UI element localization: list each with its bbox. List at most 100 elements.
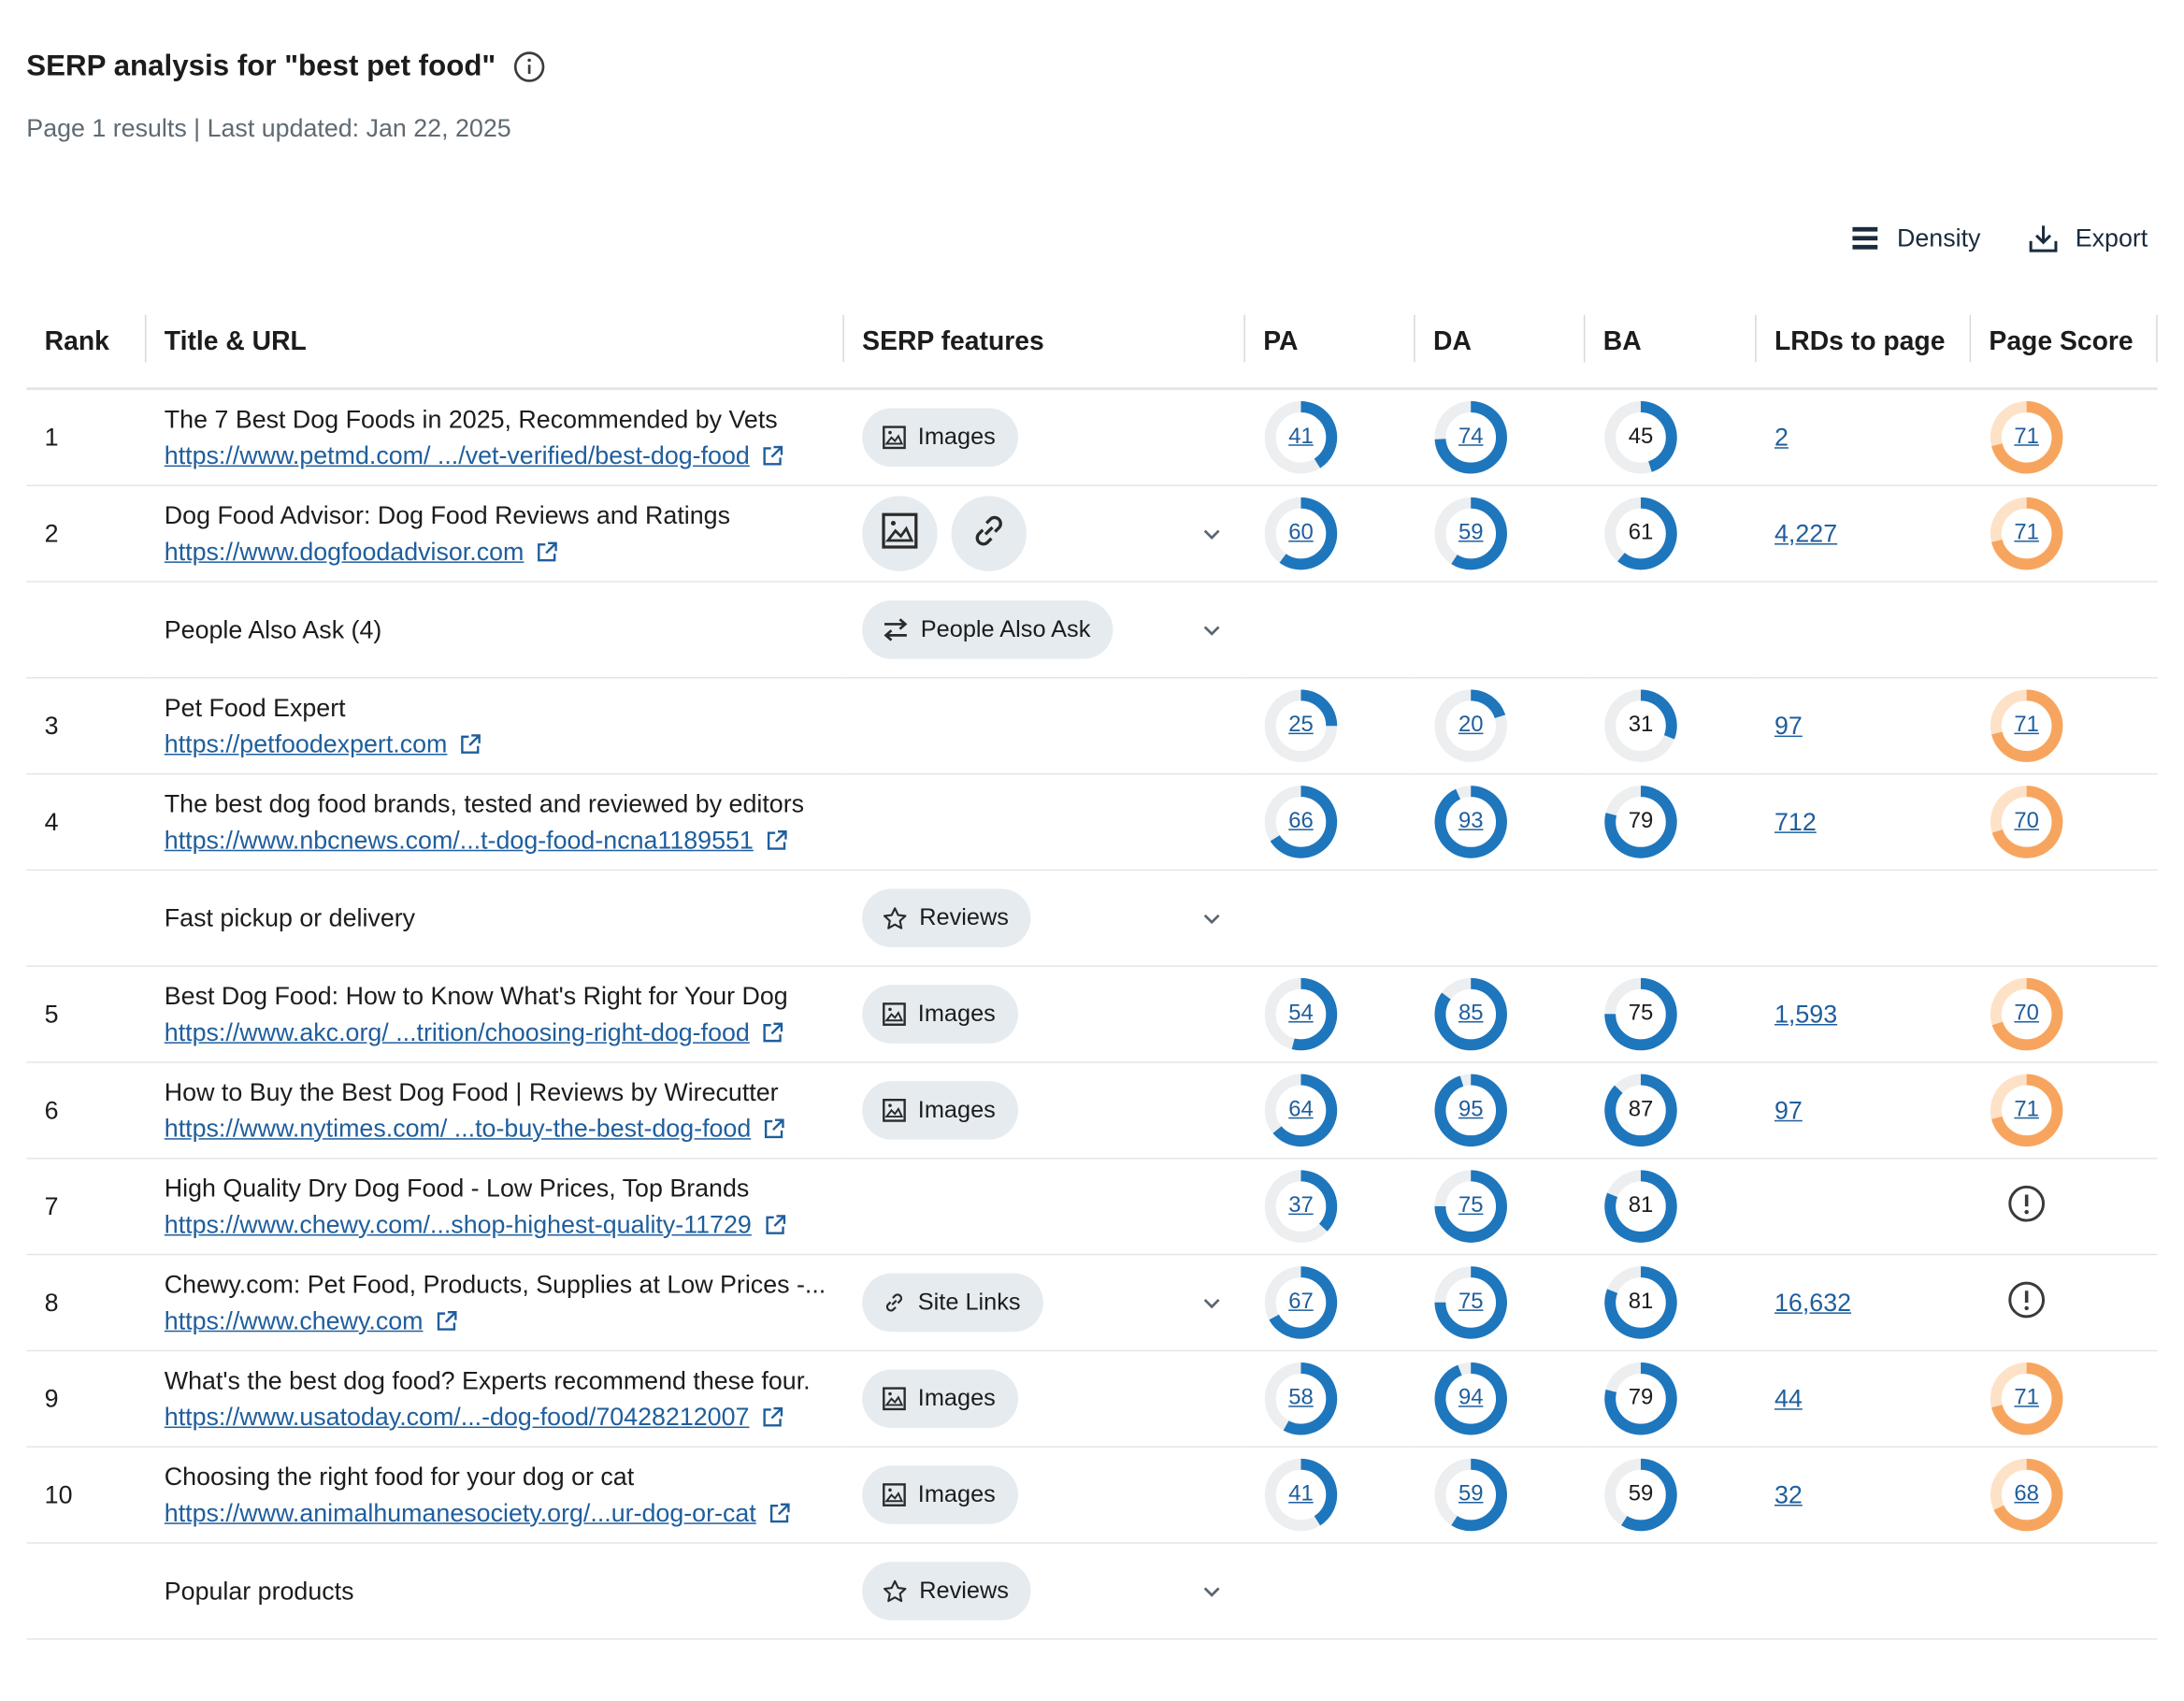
ba-cell: 31 [1585, 677, 1757, 775]
feature-row-label: Fast pickup or delivery [146, 870, 844, 967]
result-title: Choosing the right food for your dog or … [164, 1463, 635, 1492]
column-header-title-url[interactable]: Title & URL [146, 298, 844, 389]
page-score-gauge-value[interactable]: 71 [1989, 1073, 2063, 1147]
column-header-rank[interactable]: Rank [26, 298, 147, 389]
serp-feature-chip[interactable]: Images [862, 1465, 1018, 1524]
external-link-icon[interactable] [434, 1309, 457, 1333]
pa-gauge-value[interactable]: 67 [1263, 1265, 1338, 1340]
da-gauge-value[interactable]: 94 [1433, 1362, 1508, 1436]
da-gauge-value[interactable]: 95 [1433, 1073, 1508, 1147]
serp-feature-label: Images [917, 1480, 996, 1507]
lrds-link[interactable]: 1,593 [1774, 1000, 1837, 1028]
result-url-link[interactable]: https://www.petmd.com/ .../vet-verified/… [165, 438, 750, 474]
external-link-icon[interactable] [765, 829, 788, 852]
da-gauge-value[interactable]: 74 [1433, 400, 1508, 475]
pa-gauge-value[interactable]: 41 [1263, 1457, 1338, 1532]
serp-features-cell: Reviews [843, 870, 1245, 967]
lrds-link[interactable]: 97 [1774, 712, 1803, 740]
result-url-link[interactable]: https://www.nytimes.com/ ...to-buy-the-b… [165, 1110, 751, 1146]
chevron-down-icon[interactable] [1200, 618, 1223, 641]
serp-feature-chip[interactable]: Images [862, 1369, 1018, 1429]
pa-gauge-value[interactable]: 25 [1263, 688, 1338, 763]
da-gauge-value[interactable]: 75 [1433, 1169, 1508, 1244]
external-link-icon[interactable] [763, 1213, 786, 1236]
result-url-link[interactable]: https://www.animalhumanesociety.org/...u… [165, 1495, 756, 1532]
pa-gauge-value[interactable]: 64 [1263, 1073, 1338, 1147]
page-score-gauge-value[interactable]: 71 [1989, 1362, 2063, 1436]
column-header-serp-features[interactable]: SERP features [844, 298, 1245, 389]
image-icon [882, 425, 907, 450]
da-gauge-value[interactable]: 20 [1433, 688, 1508, 763]
lrds-link[interactable]: 4,227 [1774, 519, 1837, 547]
da-gauge-value[interactable]: 59 [1433, 1457, 1508, 1532]
lrds-link[interactable]: 712 [1774, 807, 1817, 835]
serp-feature-link-button[interactable] [951, 496, 1027, 571]
external-link-icon[interactable] [761, 1020, 784, 1044]
result-url-link[interactable]: https://www.chewy.com/...shop-highest-qu… [165, 1206, 752, 1243]
page-score-gauge-value[interactable]: 68 [1989, 1457, 2063, 1532]
result-url-link[interactable]: https://www.usatoday.com/...-dog-food/70… [165, 1399, 750, 1435]
da-gauge-value[interactable]: 93 [1433, 785, 1508, 859]
result-url-link[interactable]: https://www.akc.org/ ...trition/choosing… [165, 1015, 750, 1051]
lrds-link[interactable]: 44 [1774, 1384, 1803, 1412]
lrds-link[interactable]: 2 [1774, 423, 1789, 451]
page-score-gauge-value[interactable]: 71 [1989, 688, 2063, 763]
page-score-gauge-value[interactable]: 70 [1989, 976, 2063, 1051]
lrds-cell: 712 [1756, 773, 1972, 872]
external-link-icon[interactable] [762, 1117, 785, 1140]
column-header-lrds[interactable]: LRDs to page [1757, 298, 1972, 389]
external-link-icon[interactable] [535, 540, 558, 563]
pa-gauge-value[interactable]: 66 [1263, 785, 1338, 859]
warning-icon[interactable] [2007, 1279, 2047, 1319]
pa-gauge-value[interactable]: 54 [1263, 976, 1338, 1051]
column-header-pa[interactable]: PA [1245, 298, 1415, 389]
external-link-icon[interactable] [761, 444, 784, 468]
serp-feature-chip[interactable]: Images [862, 985, 1018, 1044]
serp-feature-chip[interactable]: Reviews [862, 888, 1031, 948]
da-gauge-value[interactable]: 85 [1433, 976, 1508, 1051]
pa-gauge-value[interactable]: 58 [1263, 1362, 1338, 1436]
column-header-da[interactable]: DA [1415, 298, 1586, 389]
chevron-down-icon[interactable] [1200, 1291, 1223, 1314]
serp-feature-chip[interactable]: Reviews [862, 1562, 1031, 1621]
result-url-link[interactable]: https://www.dogfoodadvisor.com [165, 534, 524, 570]
chevron-down-icon[interactable] [1200, 907, 1223, 930]
warning-icon[interactable] [2007, 1184, 2047, 1223]
pa-gauge-value[interactable]: 37 [1263, 1169, 1338, 1244]
ba-gauge-value: 31 [1628, 713, 1654, 738]
density-button[interactable]: Density [1849, 223, 1980, 252]
info-icon[interactable] [512, 50, 546, 84]
chevron-down-icon[interactable] [1200, 523, 1223, 545]
result-url-link[interactable]: https://www.chewy.com [165, 1303, 424, 1339]
column-header-ba[interactable]: BA [1585, 298, 1757, 389]
lrds-cell: 32 [1756, 1447, 1972, 1544]
page-score-gauge-value[interactable]: 71 [1989, 400, 2063, 475]
ba-gauge-value: 75 [1628, 1002, 1654, 1026]
lrds-link[interactable]: 97 [1774, 1096, 1803, 1124]
result-url-link[interactable]: https://petfoodexpert.com [165, 726, 448, 762]
lrds-link[interactable]: 16,632 [1774, 1288, 1851, 1316]
export-button[interactable]: Export [2028, 223, 2148, 253]
serp-feature-chip[interactable]: Images [862, 1081, 1018, 1140]
result-url-link[interactable]: https://www.nbcnews.com/...t-dog-food-nc… [165, 822, 754, 858]
column-header-page-score[interactable]: Page Score [1971, 298, 2158, 389]
external-link-icon[interactable] [760, 1405, 783, 1428]
external-link-icon[interactable] [458, 732, 481, 756]
page-score-gauge-value[interactable]: 71 [1989, 496, 2063, 570]
page-score-gauge-value[interactable]: 70 [1989, 785, 2063, 859]
swap-icon [882, 617, 910, 642]
pa-gauge-value[interactable]: 60 [1263, 496, 1338, 570]
serp-feature-chip[interactable]: People Also Ask [862, 600, 1114, 659]
ba-gauge: 87 [1603, 1073, 1678, 1147]
lrds-link[interactable]: 32 [1774, 1480, 1803, 1508]
ba-gauge: 45 [1603, 400, 1678, 475]
pa-gauge-value[interactable]: 41 [1263, 400, 1338, 475]
external-link-icon[interactable] [768, 1501, 791, 1524]
da-gauge-value[interactable]: 59 [1433, 496, 1508, 570]
ba-cell: 45 [1585, 388, 1757, 486]
da-gauge-value[interactable]: 75 [1433, 1265, 1508, 1340]
serp-feature-chip[interactable]: Site Links [862, 1273, 1043, 1333]
serp-feature-image-button[interactable] [862, 496, 938, 571]
chevron-down-icon[interactable] [1200, 1579, 1223, 1602]
serp-feature-chip[interactable]: Images [862, 408, 1018, 468]
